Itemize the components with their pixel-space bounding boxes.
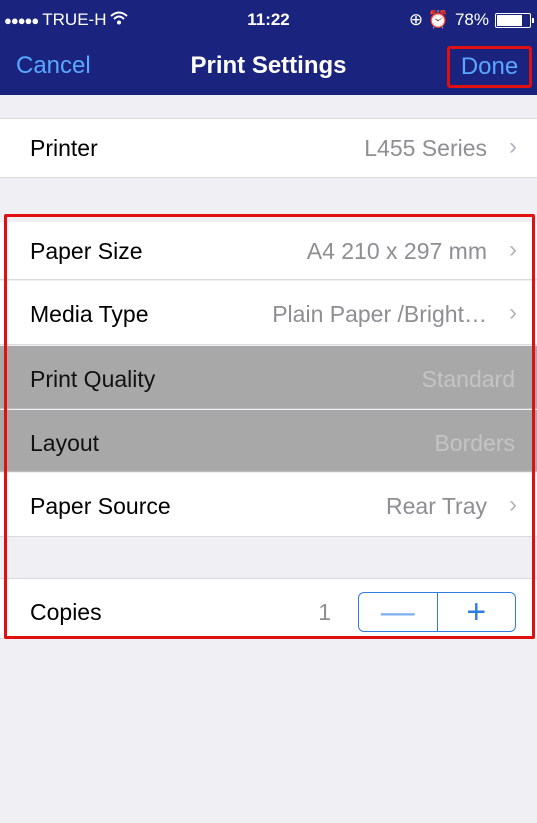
lock-alarm-icons: ⊕ ⏰ xyxy=(408,10,449,29)
copies-value: 1 xyxy=(318,599,331,625)
layout-value: Borders xyxy=(434,430,515,456)
printer-label: Printer xyxy=(30,135,98,161)
decrement-button[interactable]: — xyxy=(359,593,438,631)
paper-size-label: Paper Size xyxy=(30,238,143,264)
layout-label: Layout xyxy=(30,430,100,456)
media-type-value: Plain Paper /Bright… xyxy=(272,301,487,327)
chevron-right-icon: › xyxy=(509,236,517,263)
chevron-right-icon: › xyxy=(509,299,517,326)
printer-row[interactable]: Printer L455 Series › xyxy=(0,118,537,178)
media-type-row[interactable]: Media Type Plain Paper /Bright… › xyxy=(0,281,537,345)
paper-source-row[interactable]: Paper Source Rear Tray › xyxy=(0,473,537,537)
printer-value: L455 Series xyxy=(364,135,487,161)
navigation-bar: ●●●●● TRUE-H 11:22 ⊕ ⏰ 78% Cancel Print … xyxy=(0,0,537,95)
print-quality-row: Print Quality Standard xyxy=(0,346,537,409)
paper-size-value: A4 210 x 297 mm xyxy=(306,238,487,264)
status-indicators: ⊕ ⏰ 78% xyxy=(408,10,534,30)
copies-stepper: — + xyxy=(358,592,516,632)
status-bar: ●●●●● TRUE-H 11:22 ⊕ ⏰ 78% xyxy=(0,0,537,38)
increment-button[interactable]: + xyxy=(438,593,516,631)
battery-icon xyxy=(495,12,534,28)
nav-row: Cancel Print Settings Done xyxy=(0,38,537,95)
chevron-right-icon: › xyxy=(509,491,517,518)
media-type-label: Media Type xyxy=(30,301,149,327)
chevron-right-icon: › xyxy=(509,133,517,160)
paper-size-row[interactable]: Paper Size A4 210 x 297 mm › xyxy=(0,222,537,280)
battery-percentage: 78% xyxy=(454,10,489,29)
done-button[interactable]: Done xyxy=(447,46,532,88)
paper-source-label: Paper Source xyxy=(30,493,171,519)
print-quality-label: Print Quality xyxy=(30,366,156,392)
print-quality-value: Standard xyxy=(421,366,515,392)
copies-row: Copies 1 — + xyxy=(0,578,537,639)
copies-label: Copies xyxy=(30,599,102,625)
layout-row: Layout Borders xyxy=(0,410,537,472)
paper-source-value: Rear Tray xyxy=(386,493,487,519)
